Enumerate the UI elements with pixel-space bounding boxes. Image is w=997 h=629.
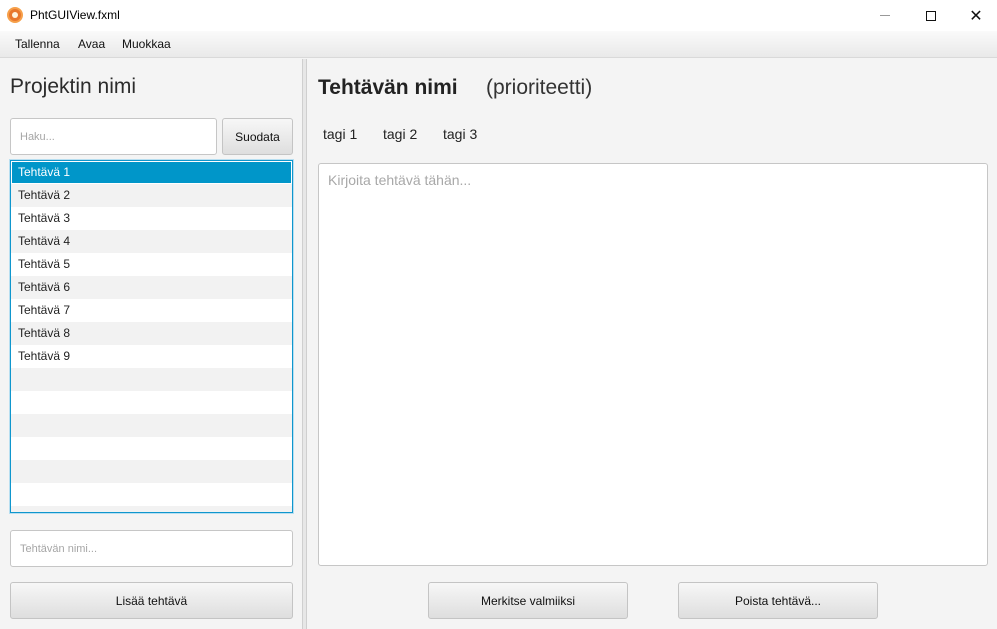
add-task-button[interactable]: Lisää tehtävä — [10, 582, 293, 619]
task-name-input[interactable] — [10, 530, 293, 567]
menu-item-avaa[interactable]: Avaa — [78, 37, 105, 51]
task-description-textarea[interactable] — [318, 163, 988, 566]
list-item[interactable]: Tehtävä 3 — [11, 207, 292, 230]
list-item[interactable]: Tehtävä 8 — [11, 322, 292, 345]
menu-item-muokkaa[interactable]: Muokkaa — [122, 37, 171, 51]
tag-label: tagi 2 — [383, 126, 418, 142]
empty-list-row — [11, 506, 292, 512]
list-item[interactable]: Tehtävä 5 — [11, 253, 292, 276]
list-item[interactable]: Tehtävä 1 — [12, 162, 291, 183]
filter-button[interactable]: Suodata — [222, 118, 293, 155]
minimize-icon — [880, 15, 890, 16]
title-bar: PhtGUIView.fxml ✕ — [0, 0, 997, 31]
app-icon — [7, 7, 23, 23]
empty-list-row — [11, 483, 292, 506]
app-window: PhtGUIView.fxml ✕ Tallenna Avaa Muokkaa … — [0, 0, 997, 629]
project-pane: Projektin nimi Suodata Tehtävä 1 Tehtävä… — [0, 59, 302, 629]
task-detail-pane: Tehtävän nimi (prioriteetti) tagi 1 tagi… — [307, 59, 997, 629]
empty-list-row — [11, 460, 292, 483]
list-item[interactable]: Tehtävä 2 — [11, 184, 292, 207]
list-item[interactable]: Tehtävä 9 — [11, 345, 292, 368]
empty-list-row — [11, 414, 292, 437]
tag-label: tagi 3 — [443, 126, 478, 142]
window-title: PhtGUIView.fxml — [30, 8, 120, 22]
project-name-label: Projektin nimi — [10, 75, 137, 98]
delete-task-button[interactable]: Poista tehtävä... — [678, 582, 878, 619]
menu-bar: Tallenna Avaa Muokkaa — [0, 31, 997, 58]
empty-list-row — [11, 368, 292, 391]
list-item[interactable]: Tehtävä 6 — [11, 276, 292, 299]
close-icon: ✕ — [969, 6, 983, 25]
close-button[interactable]: ✕ — [953, 0, 997, 31]
list-item[interactable]: Tehtävä 4 — [11, 230, 292, 253]
empty-list-row — [11, 391, 292, 414]
list-item[interactable]: Tehtävä 7 — [11, 299, 292, 322]
minimize-button[interactable] — [862, 0, 908, 31]
tag-label: tagi 1 — [323, 126, 358, 142]
menu-item-tallenna[interactable]: Tallenna — [15, 37, 60, 51]
maximize-button[interactable] — [908, 0, 954, 31]
mark-done-button[interactable]: Merkitse valmiiksi — [428, 582, 628, 619]
empty-list-row — [11, 437, 292, 460]
maximize-icon — [926, 10, 936, 21]
search-input[interactable] — [10, 118, 217, 155]
task-title: Tehtävän nimi — [318, 76, 458, 99]
task-list[interactable]: Tehtävä 1 Tehtävä 2 Tehtävä 3 Tehtävä 4 … — [10, 160, 293, 513]
task-priority: (prioriteetti) — [486, 76, 593, 99]
